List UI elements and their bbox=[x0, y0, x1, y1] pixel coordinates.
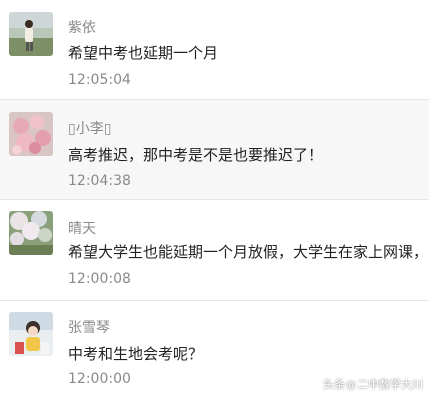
person-in-field-photo-icon bbox=[9, 12, 53, 56]
comment-time: 12:00:08 bbox=[68, 271, 131, 287]
comment-time: 12:04:38 bbox=[68, 173, 131, 189]
cartoon-figure-photo-icon bbox=[9, 312, 53, 356]
comment-text: 希望中考也延期一个月 bbox=[68, 44, 219, 62]
comment-text: 中考和生地会考呢？ bbox=[68, 345, 204, 363]
watermark-account: 二中数学大川 bbox=[357, 378, 423, 391]
comment-time: 12:05:04 bbox=[68, 72, 131, 88]
blossom-tree-photo-icon bbox=[9, 211, 53, 255]
watermark-at: @ bbox=[346, 380, 356, 391]
avatar[interactable] bbox=[9, 312, 53, 356]
commenter-name[interactable]: 张雪琴 bbox=[68, 317, 110, 337]
commenter-name[interactable]: 紫依 bbox=[68, 17, 96, 37]
comment-text: 希望大学生也能延期一个月放假，大学生在家上网课， bbox=[68, 243, 429, 261]
pink-flowers-photo-icon bbox=[9, 112, 53, 156]
comment-item: 晴天 希望大学生也能延期一个月放假，大学生在家上网课， 12:00:08 bbox=[0, 200, 429, 301]
comment-list: 紫依 希望中考也延期一个月 12:05:04 ▯小李▯ 高考推迟，那中考是不是也… bbox=[0, 0, 429, 399]
comment-text: 高考推迟，那中考是不是也要推迟了！ bbox=[68, 146, 324, 164]
comment-time: 12:00:00 bbox=[68, 371, 131, 387]
watermark: 头条@二中数学大川 bbox=[323, 376, 423, 392]
avatar[interactable] bbox=[9, 12, 53, 56]
avatar[interactable] bbox=[9, 211, 53, 255]
comment-item: ▯小李▯ 高考推迟，那中考是不是也要推迟了！ 12:04:38 bbox=[0, 100, 429, 200]
avatar[interactable] bbox=[9, 112, 53, 156]
comment-item: 紫依 希望中考也延期一个月 12:05:04 bbox=[0, 0, 429, 100]
commenter-name[interactable]: ▯小李▯ bbox=[68, 118, 111, 138]
watermark-prefix: 头条 bbox=[323, 378, 345, 391]
commenter-name[interactable]: 晴天 bbox=[68, 218, 96, 238]
